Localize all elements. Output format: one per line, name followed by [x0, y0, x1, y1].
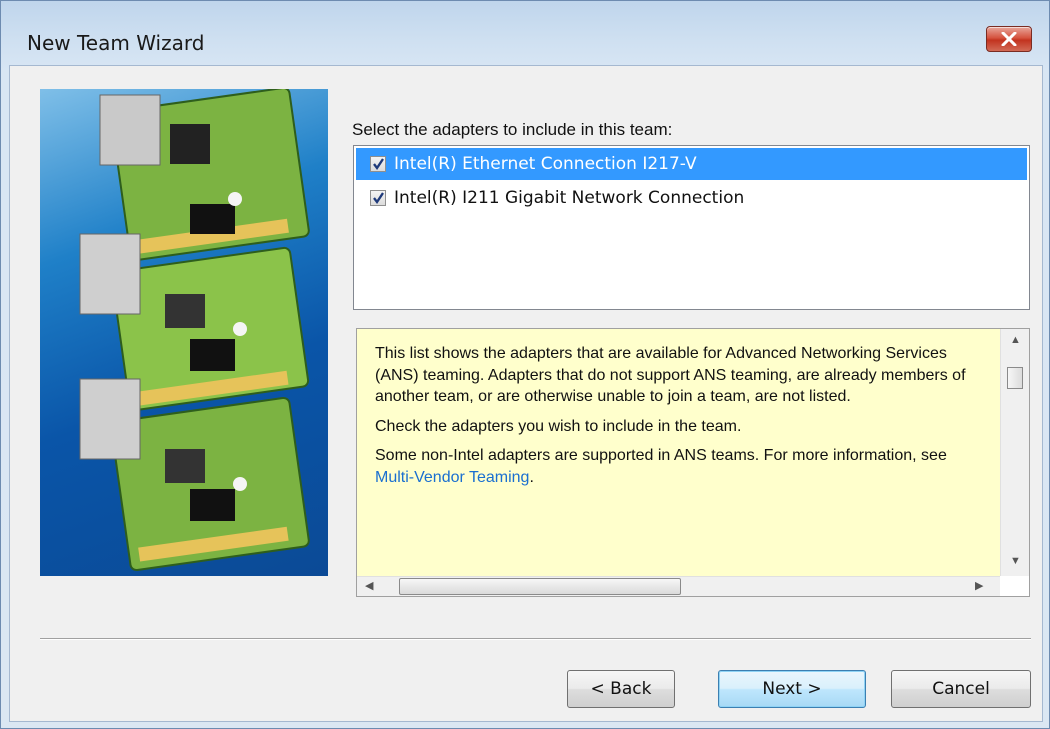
adapter-prompt: Select the adapters to include in this t… [352, 120, 673, 139]
check-icon [373, 158, 384, 170]
scroll-down-icon[interactable]: ▼ [1010, 556, 1021, 567]
info-paragraph: Check the adapters you wish to include i… [375, 417, 742, 435]
adapter-list[interactable]: Intel(R) Ethernet Connection I217-V Inte… [353, 145, 1030, 310]
horizontal-scroll-thumb[interactable] [399, 578, 681, 595]
adapter-label: Intel(R) I211 Gigabit Network Connection [394, 188, 745, 208]
list-item[interactable]: Intel(R) Ethernet Connection I217-V [356, 148, 1027, 180]
scroll-up-icon[interactable]: ▲ [1010, 335, 1021, 346]
list-item[interactable]: Intel(R) I211 Gigabit Network Connection [356, 182, 1027, 214]
adapter-label: Intel(R) Ethernet Connection I217-V [394, 154, 697, 174]
multi-vendor-teaming-link[interactable]: Multi-Vendor Teaming [375, 469, 529, 486]
divider [40, 638, 1031, 640]
next-button[interactable]: Next > [718, 670, 866, 708]
vertical-scrollbar[interactable]: ▲ ▼ [1000, 329, 1029, 576]
info-panel: This list shows the adapters that are av… [356, 328, 1030, 597]
cancel-button[interactable]: Cancel [891, 670, 1031, 708]
adapter-checkbox[interactable] [370, 156, 386, 172]
window-title: New Team Wizard [27, 31, 205, 55]
horizontal-scrollbar[interactable]: ◀ ▶ [357, 576, 1000, 596]
check-icon [373, 192, 384, 204]
info-text: This list shows the adapters that are av… [357, 329, 1000, 576]
info-paragraph: This list shows the adapters that are av… [375, 345, 966, 405]
vertical-scroll-thumb[interactable] [1007, 367, 1023, 389]
info-paragraph: Some non-Intel adapters are supported in… [375, 447, 947, 486]
network-adapter-image [40, 89, 328, 576]
close-icon [1001, 32, 1017, 46]
back-button[interactable]: < Back [567, 670, 675, 708]
scroll-right-icon[interactable]: ▶ [975, 581, 983, 592]
wizard-window: New Team Wizard Select the adapters to i… [0, 0, 1050, 729]
adapter-checkbox[interactable] [370, 190, 386, 206]
wizard-content: Select the adapters to include in this t… [9, 65, 1043, 722]
scroll-left-icon[interactable]: ◀ [365, 581, 373, 592]
close-button[interactable] [986, 26, 1032, 52]
